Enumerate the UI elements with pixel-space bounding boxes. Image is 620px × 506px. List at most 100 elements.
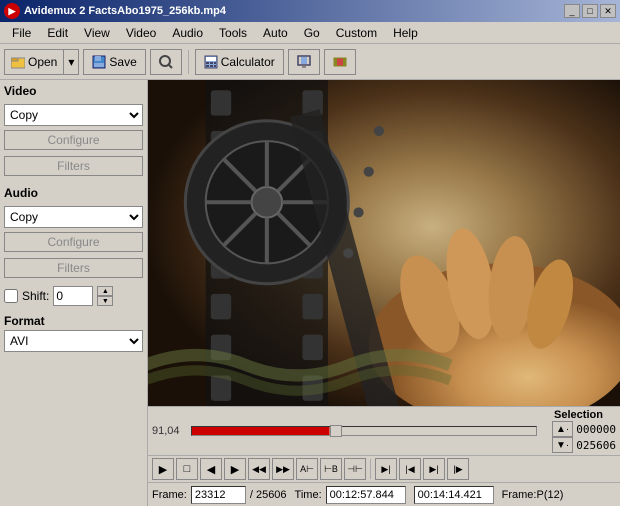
go-start-button[interactable]: ▶| bbox=[423, 458, 445, 480]
minimize-button[interactable]: _ bbox=[564, 4, 580, 18]
video-container bbox=[148, 80, 620, 406]
shift-label: Shift: bbox=[22, 289, 49, 303]
slider-thumb[interactable] bbox=[330, 425, 342, 437]
format-section-label: Format bbox=[4, 314, 143, 328]
audio-codec-select[interactable]: Copy bbox=[4, 206, 143, 228]
open-main-button[interactable]: Open bbox=[5, 50, 64, 74]
titlebar-title: Avidemux 2 FactsAbo1975_256kb.mp4 bbox=[24, 5, 226, 17]
app-icon: ▶ bbox=[4, 3, 20, 19]
menu-item-tools[interactable]: Tools bbox=[211, 24, 255, 42]
open-dropdown-arrow[interactable]: ▾ bbox=[64, 50, 78, 74]
calculator-label: Calculator bbox=[221, 55, 275, 69]
maximize-button[interactable]: □ bbox=[582, 4, 598, 18]
selection-display: Selection ▲· 000000 ▼· 025606 bbox=[541, 409, 616, 453]
rewind-button[interactable]: ◀◀ bbox=[248, 458, 270, 480]
time-b-input[interactable] bbox=[414, 486, 494, 504]
video-section-label: Video bbox=[4, 84, 143, 98]
audio-section-label: Audio bbox=[4, 186, 143, 200]
menu-item-auto[interactable]: Auto bbox=[255, 24, 296, 42]
prev-frame-button[interactable]: ◀ bbox=[200, 458, 222, 480]
unknown-button-3[interactable] bbox=[324, 49, 356, 75]
left-panel: Video Copy Configure Filters Audio Copy … bbox=[0, 80, 148, 506]
format-section: Format AVI bbox=[4, 314, 143, 352]
selection-a-value: 000000 bbox=[576, 423, 616, 436]
menu-item-view[interactable]: View bbox=[76, 24, 118, 42]
frame-type-field: Frame:P(12) bbox=[502, 489, 564, 501]
next-keyframe-button[interactable]: |◀ bbox=[399, 458, 421, 480]
toolbar: Open ▾ Save bbox=[0, 44, 620, 80]
menu-item-edit[interactable]: Edit bbox=[39, 24, 76, 42]
shift-down-button[interactable]: ▼ bbox=[97, 296, 113, 306]
timeline-row: 91,04 Selection ▲· 000000 ▼· 025606 bbox=[148, 406, 620, 455]
video-frame bbox=[148, 80, 620, 406]
selection-label: Selection bbox=[541, 409, 616, 421]
app-window: ▶ Avidemux 2 FactsAbo1975_256kb.mp4 _ □ … bbox=[0, 0, 620, 506]
selection-b-row: ▼· 025606 bbox=[552, 437, 616, 453]
selection-a-button[interactable]: ▲· bbox=[552, 421, 573, 437]
menu-item-audio[interactable]: Audio bbox=[164, 24, 211, 42]
unknown-button-2[interactable] bbox=[288, 49, 320, 75]
open-label: Open bbox=[28, 55, 57, 69]
save-button[interactable]: Save bbox=[83, 49, 145, 75]
mark-b-button[interactable]: ⊢B bbox=[320, 458, 342, 480]
shift-row: Shift: 0 ▲ ▼ bbox=[4, 286, 143, 306]
video-content bbox=[148, 80, 620, 406]
time-label: Time: bbox=[295, 489, 322, 501]
video-filters-button[interactable]: Filters bbox=[4, 156, 143, 176]
stop-button[interactable]: □ bbox=[176, 458, 198, 480]
time-input[interactable] bbox=[326, 486, 406, 504]
toolbar-separator bbox=[188, 50, 189, 74]
shift-input[interactable]: 0 bbox=[53, 286, 93, 306]
menu-item-video[interactable]: Video bbox=[118, 24, 164, 42]
frame-counter-display: 91,04 bbox=[152, 425, 187, 437]
menu-item-file[interactable]: File bbox=[4, 24, 39, 42]
menu-item-go[interactable]: Go bbox=[296, 24, 328, 42]
shift-checkbox[interactable] bbox=[4, 289, 18, 303]
film-icon bbox=[333, 55, 347, 69]
titlebar-left: ▶ Avidemux 2 FactsAbo1975_256kb.mp4 bbox=[4, 3, 226, 19]
shift-spinner: ▲ ▼ bbox=[97, 286, 113, 306]
timeline-slider[interactable] bbox=[191, 426, 537, 436]
frame-input[interactable] bbox=[191, 486, 246, 504]
audio-configure-button[interactable]: Configure bbox=[4, 232, 143, 252]
audio-codec-row: Copy bbox=[4, 206, 143, 228]
total-frames: / 25606 bbox=[250, 489, 287, 501]
time-b-field bbox=[414, 486, 494, 504]
mark-a-button[interactable]: A⊢ bbox=[296, 458, 318, 480]
open-button-group[interactable]: Open ▾ bbox=[4, 49, 79, 75]
magnify-icon bbox=[159, 55, 173, 69]
frame-field: Frame: / 25606 bbox=[152, 486, 287, 504]
shift-up-button[interactable]: ▲ bbox=[97, 286, 113, 296]
menu-item-help[interactable]: Help bbox=[385, 24, 426, 42]
calculator-icon bbox=[204, 55, 218, 69]
frame-label: Frame: bbox=[152, 489, 187, 501]
unknown-button-1[interactable] bbox=[150, 49, 182, 75]
selection-b-value: 025606 bbox=[576, 439, 616, 452]
video-codec-select[interactable]: Copy bbox=[4, 104, 143, 126]
fast-forward-button[interactable]: ▶▶ bbox=[272, 458, 294, 480]
go-end-button[interactable]: |▶ bbox=[447, 458, 469, 480]
titlebar: ▶ Avidemux 2 FactsAbo1975_256kb.mp4 _ □ … bbox=[0, 0, 620, 22]
transport-sep bbox=[370, 459, 371, 479]
save-icon bbox=[92, 55, 106, 69]
selection-b-button[interactable]: ▼· bbox=[552, 437, 573, 453]
play-button[interactable]: ▶ bbox=[152, 458, 174, 480]
frame-type-value: Frame:P(12) bbox=[502, 489, 564, 501]
content-area: Video Copy Configure Filters Audio Copy … bbox=[0, 80, 620, 506]
audio-filters-button[interactable]: Filters bbox=[4, 258, 143, 278]
close-button[interactable]: ✕ bbox=[600, 4, 616, 18]
monitor-icon bbox=[297, 55, 311, 69]
prev-keyframe-button[interactable]: ▶| bbox=[375, 458, 397, 480]
menu-item-custom[interactable]: Custom bbox=[328, 24, 385, 42]
next-frame-button[interactable]: ▶ bbox=[224, 458, 246, 480]
transport-row: ▶ □ ◀ ▶ ◀◀ ▶▶ A⊢ ⊢B ⊣⊢ ▶| |◀ ▶| |▶ bbox=[148, 455, 620, 482]
titlebar-controls: _ □ ✕ bbox=[564, 4, 616, 18]
format-select[interactable]: AVI bbox=[4, 330, 143, 352]
video-codec-row: Copy bbox=[4, 104, 143, 126]
status-bar: Frame: / 25606 Time: Frame:P(12) bbox=[148, 482, 620, 506]
video-configure-button[interactable]: Configure bbox=[4, 130, 143, 150]
save-label: Save bbox=[109, 55, 136, 69]
folder-icon bbox=[11, 55, 25, 69]
calculator-button[interactable]: Calculator bbox=[195, 49, 284, 75]
cut-button[interactable]: ⊣⊢ bbox=[344, 458, 366, 480]
